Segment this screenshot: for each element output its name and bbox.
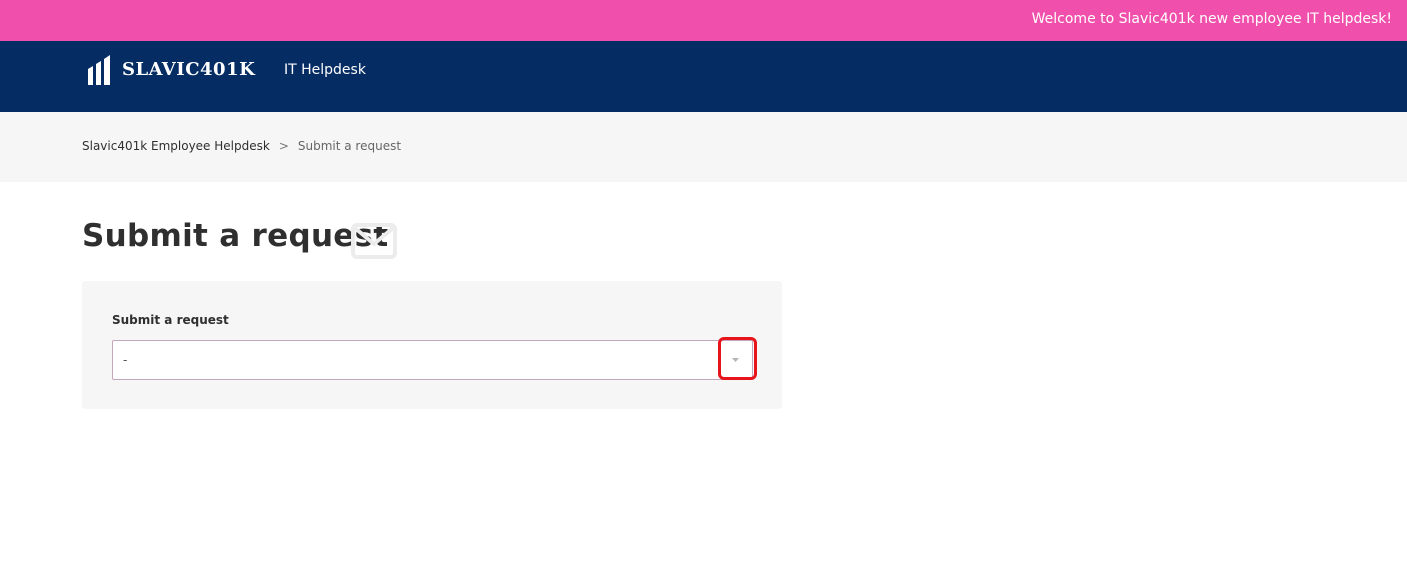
- breadcrumb-separator: >: [278, 139, 289, 153]
- breadcrumb-bar: Slavic401k Employee Helpdesk > Submit a …: [0, 112, 1407, 182]
- request-type-selected-value: -: [123, 353, 128, 367]
- logo-wordmark: SLAVIC401K: [122, 59, 256, 80]
- envelope-icon: [351, 223, 397, 259]
- logo-mark-icon: [88, 55, 110, 85]
- breadcrumb: Slavic401k Employee Helpdesk > Submit a …: [82, 138, 401, 154]
- slavic401k-logo[interactable]: SLAVIC401K: [88, 55, 255, 85]
- top-banner: Welcome to Slavic401k new employee IT he…: [0, 0, 1407, 41]
- dropdown-toggle-button[interactable]: [720, 343, 750, 377]
- breadcrumb-current: Submit a request: [297, 139, 402, 153]
- site-header: SLAVIC401K IT Helpdesk: [0, 41, 1407, 112]
- chevron-down-icon: [732, 358, 739, 362]
- welcome-message: Welcome to Slavic401k new employee IT he…: [1031, 11, 1392, 27]
- request-type-select[interactable]: -: [112, 340, 753, 380]
- breadcrumb-home-link[interactable]: Slavic401k Employee Helpdesk: [82, 138, 270, 154]
- page-title: Submit a request: [82, 218, 389, 254]
- it-helpdesk-link[interactable]: IT Helpdesk: [284, 61, 366, 79]
- request-form-card: Submit a request -: [82, 281, 782, 409]
- request-type-label: Submit a request: [112, 313, 229, 327]
